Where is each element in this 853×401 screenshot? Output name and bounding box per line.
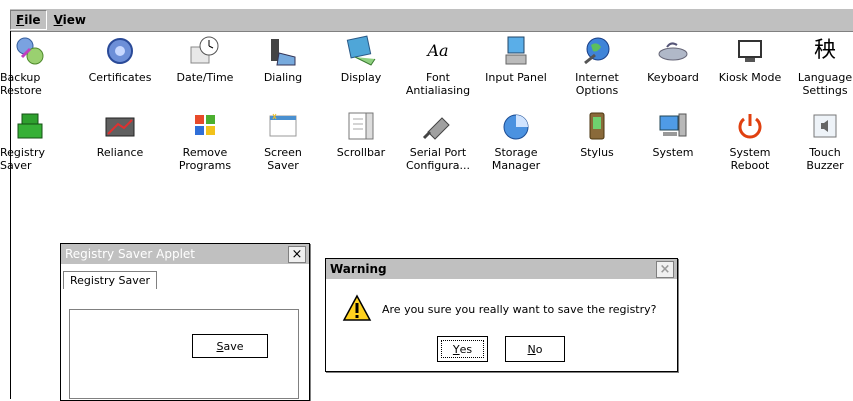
warning-dialog: Warning × Are you sure you really want t… xyxy=(325,258,678,372)
menu-file[interactable]: File xyxy=(10,10,47,30)
cp-item-certificates[interactable]: Certificates xyxy=(85,35,155,84)
reliance-icon xyxy=(104,110,136,142)
cp-item-remove-programs[interactable]: Remove Programs xyxy=(170,110,240,172)
cp-label: Kiosk Mode xyxy=(718,71,782,84)
cp-label: Dialing xyxy=(263,71,303,84)
cp-item-screen-saver[interactable]: Screen Saver xyxy=(248,110,318,172)
menu-view-accel: V xyxy=(53,13,63,27)
save-button[interactable]: Save xyxy=(192,334,268,358)
cp-label: System Reboot xyxy=(729,146,771,172)
cp-label: Input Panel xyxy=(485,71,547,84)
cp-item-serial-port[interactable]: Serial Port Configura... xyxy=(403,110,473,172)
dialing-icon xyxy=(267,35,299,67)
warning-title: Warning xyxy=(330,262,387,276)
scrollbar-icon xyxy=(345,110,377,142)
cp-item-scrollbar[interactable]: Scrollbar xyxy=(326,110,396,159)
language-icon: 秧 xyxy=(809,35,841,67)
save-accel: S xyxy=(216,339,224,353)
cp-item-backup-restore[interactable]: Backup Restore xyxy=(0,35,65,97)
keyboard-icon xyxy=(657,35,689,67)
cp-item-kiosk-mode[interactable]: Kiosk Mode xyxy=(715,35,785,84)
registry-saver-applet-dialog: Registry Saver Applet × Registry Saver S… xyxy=(60,243,310,401)
cp-label: Stylus xyxy=(580,146,614,159)
remove-programs-icon xyxy=(189,110,221,142)
no-label: o xyxy=(535,342,543,356)
cp-item-reliance[interactable]: Reliance xyxy=(85,110,155,159)
cp-label: Backup Restore xyxy=(0,71,42,97)
warning-icon xyxy=(342,294,372,325)
system-icon xyxy=(657,110,689,142)
cp-item-system-reboot[interactable]: System Reboot xyxy=(715,110,785,172)
serial-port-icon xyxy=(422,110,454,142)
input-panel-icon xyxy=(500,35,532,67)
screensaver-icon xyxy=(267,110,299,142)
menu-file-accel: F xyxy=(16,13,25,27)
close-icon[interactable]: × xyxy=(656,260,674,278)
power-icon xyxy=(734,110,766,142)
cp-item-dialing[interactable]: Dialing xyxy=(248,35,318,84)
warning-title-bar[interactable]: Warning × xyxy=(326,259,677,279)
registry-icon xyxy=(14,110,46,142)
no-button[interactable]: No xyxy=(505,336,565,362)
yes-button[interactable]: Yes xyxy=(437,336,488,362)
applet-title: Registry Saver Applet xyxy=(65,247,196,261)
cp-label: Language Settings xyxy=(797,71,853,97)
stylus-icon xyxy=(581,110,613,142)
cp-label: Screen Saver xyxy=(264,146,302,172)
font-glyph: Aa xyxy=(427,41,449,60)
cp-item-system[interactable]: System xyxy=(638,110,708,159)
language-glyph: 秧 xyxy=(813,38,836,63)
cp-label: Serial Port Configura... xyxy=(405,146,471,172)
cp-label: Date/Time xyxy=(176,71,234,84)
menu-bar: File View xyxy=(10,8,853,32)
cp-label: Internet Options xyxy=(575,71,619,97)
cp-label: Remove Programs xyxy=(178,146,232,172)
cp-label: Display xyxy=(340,71,382,84)
font-icon: Aa xyxy=(422,35,454,67)
cp-item-date-time[interactable]: Date/Time xyxy=(170,35,240,84)
warning-message: Are you sure you really want to save the… xyxy=(382,303,657,316)
storage-icon xyxy=(500,110,532,142)
yes-accel: Y xyxy=(452,342,460,356)
cp-item-registry-saver[interactable]: Registry Saver xyxy=(0,110,65,172)
save-label: ave xyxy=(223,339,244,353)
cp-label: Storage Manager xyxy=(491,146,541,172)
cp-item-font-antialiasing[interactable]: Aa Font Antialiasing xyxy=(403,35,473,97)
cp-item-stylus[interactable]: Stylus xyxy=(562,110,632,159)
cp-item-display[interactable]: Display xyxy=(326,35,396,84)
no-accel: N xyxy=(527,342,536,356)
cp-label: Reliance xyxy=(96,146,144,159)
certificates-icon xyxy=(104,35,136,67)
cp-label: Touch Buzzer xyxy=(806,146,844,172)
cp-label: Keyboard xyxy=(647,71,699,84)
menu-file-label: ile xyxy=(24,13,41,27)
cp-item-storage-manager[interactable]: Storage Manager xyxy=(481,110,551,172)
cp-label: Certificates xyxy=(88,71,152,84)
kiosk-icon xyxy=(734,35,766,67)
menu-view-label: iew xyxy=(62,13,86,27)
cp-label: Scrollbar xyxy=(336,146,386,159)
cp-label: System xyxy=(652,146,694,159)
menu-view[interactable]: View xyxy=(49,11,91,29)
cp-item-input-panel[interactable]: Input Panel xyxy=(481,35,551,84)
applet-title-bar[interactable]: Registry Saver Applet × xyxy=(61,244,309,264)
cp-item-language-settings[interactable]: 秧 Language Settings xyxy=(790,35,853,97)
cp-label: Font Antialiasing xyxy=(405,71,471,97)
tab-registry-saver[interactable]: Registry Saver xyxy=(63,271,158,289)
buzzer-icon xyxy=(809,110,841,142)
backup-icon xyxy=(14,35,46,67)
cp-item-internet-options[interactable]: Internet Options xyxy=(562,35,632,97)
cp-label: Registry Saver xyxy=(0,146,46,172)
yes-label: es xyxy=(459,342,473,356)
close-icon[interactable]: × xyxy=(288,245,306,263)
internet-icon xyxy=(581,35,613,67)
datetime-icon xyxy=(189,35,221,67)
applet-tab-panel: Save xyxy=(69,309,299,399)
cp-item-touch-buzzer[interactable]: Touch Buzzer xyxy=(790,110,853,172)
display-icon xyxy=(345,35,377,67)
cp-item-keyboard[interactable]: Keyboard xyxy=(638,35,708,84)
